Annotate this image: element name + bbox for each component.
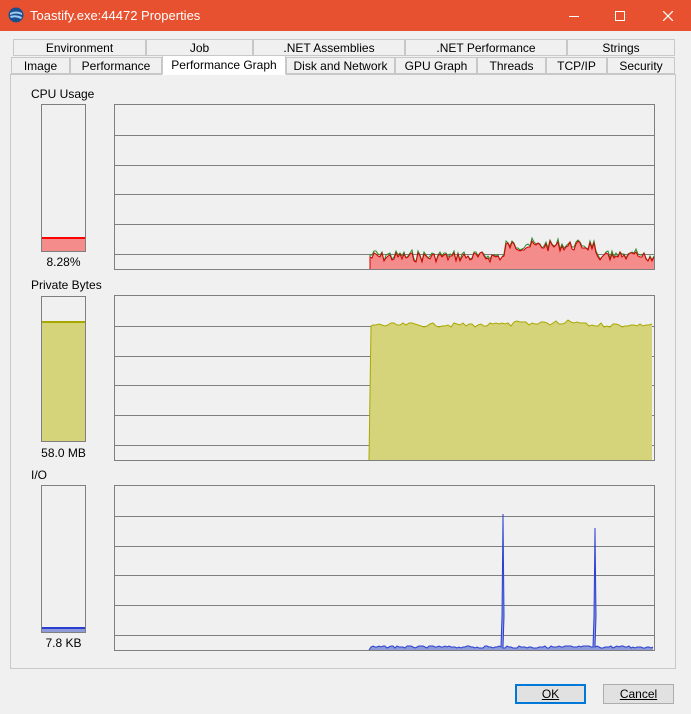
private-bytes-meter-fill bbox=[42, 320, 85, 441]
io-label: I/O bbox=[31, 468, 48, 482]
private-bytes-value: 58.0 MB bbox=[41, 446, 86, 460]
window-title: Toastify.exe:44472 Properties bbox=[30, 8, 201, 23]
title-bar: Toastify.exe:44472 Properties bbox=[0, 0, 691, 31]
cancel-button[interactable]: Cancel bbox=[603, 684, 674, 704]
cpu-meter-fill bbox=[42, 236, 85, 251]
io-area bbox=[369, 514, 653, 650]
tab-environment[interactable]: Environment bbox=[13, 39, 146, 56]
tab-performance-graph[interactable]: Performance Graph bbox=[162, 55, 286, 75]
tab-tcp-ip[interactable]: TCP/IP bbox=[546, 57, 607, 74]
cpu-usage-label: CPU Usage bbox=[31, 87, 95, 101]
tab-security[interactable]: Security bbox=[607, 57, 675, 74]
tab-performance[interactable]: Performance bbox=[70, 57, 162, 74]
io-value: 7.8 KB bbox=[45, 636, 82, 650]
maximize-icon bbox=[615, 10, 625, 21]
io-meter bbox=[41, 485, 86, 633]
maximize-button[interactable] bbox=[597, 0, 643, 31]
tab-image[interactable]: Image bbox=[11, 57, 70, 74]
minimize-button[interactable] bbox=[551, 0, 597, 31]
app-icon bbox=[8, 7, 24, 23]
private-bytes-graph bbox=[114, 295, 655, 461]
cpu-meter bbox=[41, 104, 86, 252]
close-button[interactable] bbox=[645, 0, 691, 31]
io-graph bbox=[114, 485, 655, 651]
tab-threads[interactable]: Threads bbox=[477, 57, 546, 74]
private-bytes-area bbox=[369, 320, 652, 460]
tab-disk-and-network[interactable]: Disk and Network bbox=[286, 57, 395, 74]
ok-button[interactable]: OK bbox=[515, 684, 586, 704]
minimize-icon bbox=[569, 15, 579, 17]
cpu-graph bbox=[114, 104, 655, 270]
close-icon bbox=[663, 10, 673, 21]
cpu-usage-value: 8.28% bbox=[46, 255, 81, 269]
private-bytes-meter bbox=[41, 296, 86, 442]
io-meter-fill bbox=[42, 627, 85, 632]
tab-job[interactable]: Job bbox=[146, 39, 253, 56]
tab-net-performance[interactable]: .NET Performance bbox=[405, 39, 567, 56]
io-line bbox=[368, 513, 654, 650]
tab-strings[interactable]: Strings bbox=[567, 39, 675, 56]
tab-gpu-graph[interactable]: GPU Graph bbox=[395, 57, 477, 74]
private-bytes-label: Private Bytes bbox=[31, 278, 102, 292]
tab-net-assemblies[interactable]: .NET Assemblies bbox=[253, 39, 405, 56]
